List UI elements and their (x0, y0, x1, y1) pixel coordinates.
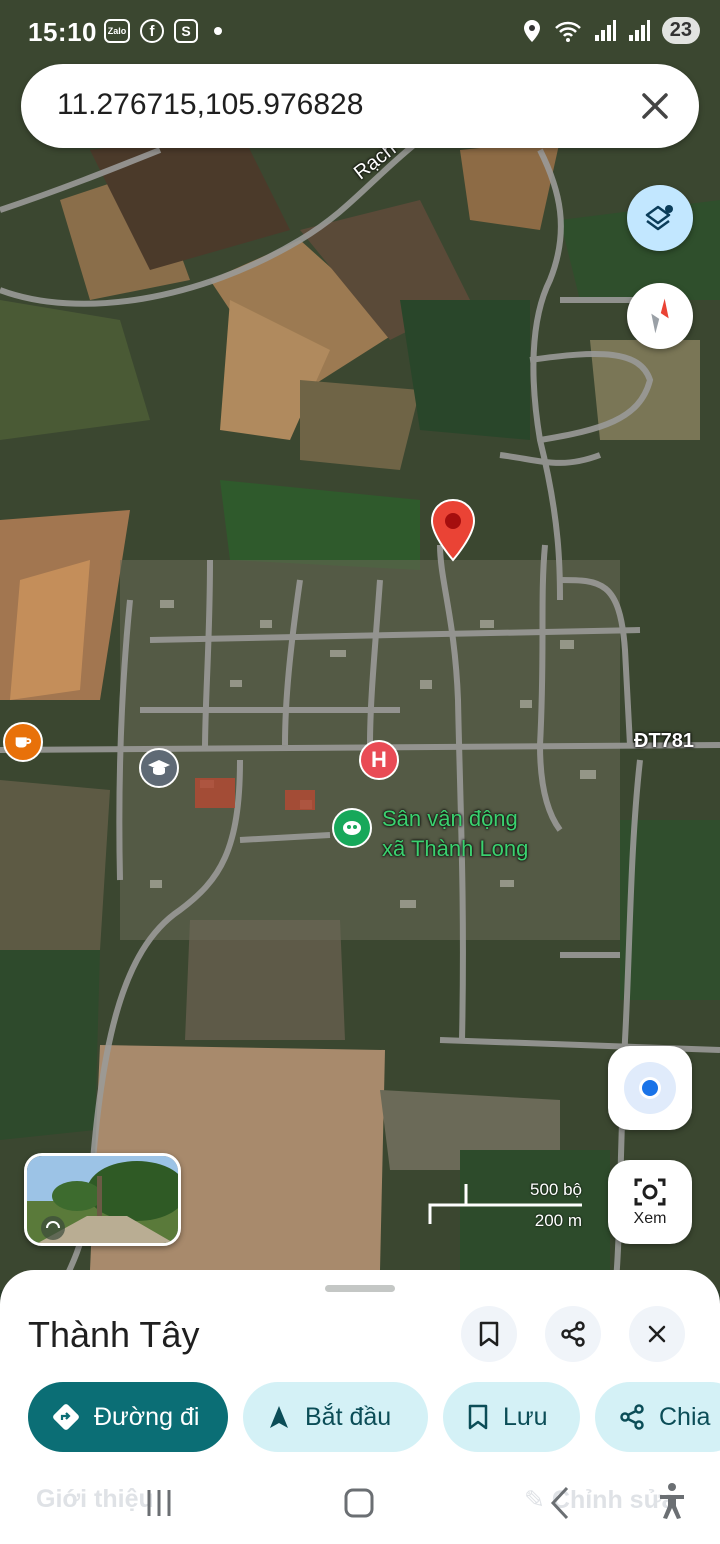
stadium-label[interactable]: Sân vận động xã Thành Long (382, 804, 528, 864)
recents-button-icon (147, 1490, 171, 1516)
close-icon[interactable] (635, 86, 675, 126)
system-nav-bar (0, 1470, 720, 1544)
wifi-icon (554, 21, 581, 42)
hospital-poi[interactable]: H (359, 740, 399, 780)
stadium-label-line2: xã Thành Long (382, 836, 529, 861)
camera-lens-icon (634, 1178, 666, 1206)
hospital-icon: H (371, 747, 387, 772)
signal-icon (594, 19, 616, 41)
status-bar: 15:10 Zalo f S 23 (0, 0, 720, 64)
place-title: Thành Tây (28, 1314, 200, 1355)
school-poi[interactable] (139, 748, 179, 788)
compass-button[interactable] (627, 283, 693, 349)
compass-icon (651, 298, 669, 334)
scale-imperial: 500 bộ (530, 1180, 582, 1199)
start-label: Bắt đầu (305, 1402, 392, 1431)
my-location-icon (624, 1062, 676, 1114)
start-button[interactable]: Bắt đầu (243, 1382, 428, 1452)
graduation-cap-icon (148, 760, 170, 775)
street-view-image (27, 1156, 178, 1243)
share-icon (620, 1404, 644, 1430)
street-view-thumbnail[interactable] (24, 1153, 181, 1246)
lens-view-button[interactable]: Xem (608, 1160, 692, 1244)
close-sheet-button[interactable] (629, 1306, 685, 1362)
accessibility-icon (660, 1483, 684, 1519)
battery-indicator: 23 (661, 17, 700, 44)
search-bar[interactable]: 11.276715,105.976828 (21, 64, 699, 148)
stadium-icon (343, 821, 361, 835)
save-button[interactable]: Lưu (443, 1382, 580, 1452)
drag-handle[interactable] (325, 1285, 395, 1292)
maps-screen: Rạch ĐT781 H Sân vận động xã Thành Long … (0, 0, 720, 1544)
status-time: 15:10 (28, 17, 97, 47)
directions-label: Đường đi (94, 1402, 200, 1431)
back-button-icon (550, 1486, 569, 1520)
home-button-icon (344, 1488, 374, 1518)
share-icon (561, 1321, 585, 1347)
bookmark-button[interactable] (461, 1306, 517, 1362)
stadium-label-line1: Sân vận động (382, 806, 518, 831)
shopee-icon: S (174, 19, 198, 43)
directions-icon (53, 1404, 79, 1430)
navigation-arrow-icon (270, 1406, 288, 1428)
zalo-icon: Zalo (104, 19, 130, 43)
facebook-icon: f (140, 19, 164, 43)
my-location-button[interactable] (608, 1046, 692, 1130)
road-label-dt781: ĐT781 (634, 730, 695, 752)
search-query[interactable]: 11.276715,105.976828 (57, 88, 363, 122)
close-icon (648, 1325, 666, 1343)
nav-buttons (147, 1483, 684, 1520)
signal-2-icon (628, 19, 650, 41)
bookmark-icon (479, 1321, 499, 1347)
directions-button[interactable]: Đường đi (28, 1382, 228, 1452)
map-scale: 500 bộ 200 m (428, 1180, 588, 1236)
lens-label: Xem (633, 1210, 667, 1227)
location-icon (523, 19, 540, 42)
stadium-poi[interactable] (332, 808, 372, 848)
more-notifications-icon (214, 27, 222, 35)
share-button[interactable] (545, 1306, 601, 1362)
cafe-poi[interactable] (3, 722, 43, 762)
share-chip-button[interactable]: Chia (595, 1382, 720, 1452)
coffee-icon (15, 737, 32, 748)
share-chip-label: Chia (659, 1402, 711, 1431)
scale-metric: 200 m (534, 1211, 582, 1230)
bookmark-icon (468, 1404, 488, 1430)
layers-icon (645, 205, 673, 231)
selected-location-pin[interactable] (430, 498, 476, 567)
save-label: Lưu (503, 1402, 548, 1431)
pin-icon (430, 498, 476, 562)
layers-button[interactable] (627, 185, 693, 251)
action-chips: Đường đi Bắt đầu Lưu Chia (28, 1382, 720, 1452)
